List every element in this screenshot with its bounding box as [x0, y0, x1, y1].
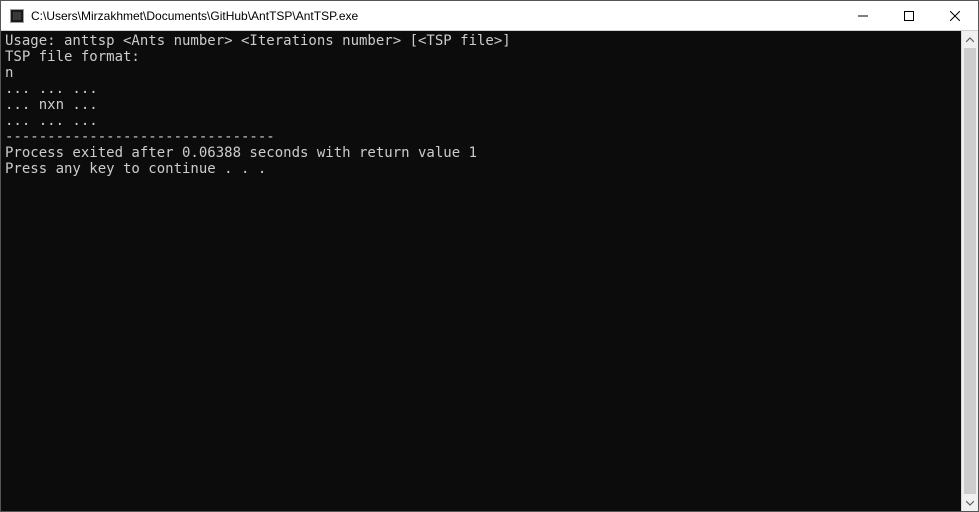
- scroll-up-button[interactable]: [962, 31, 978, 48]
- scroll-down-button[interactable]: [962, 494, 978, 511]
- console-output[interactable]: Usage: anttsp <Ants number> <Iterations …: [1, 31, 961, 511]
- console-line: TSP file format:: [5, 49, 961, 65]
- minimize-button[interactable]: [840, 1, 886, 30]
- console-line: ... ... ...: [5, 113, 961, 129]
- window-title: C:\Users\Mirzakhmet\Documents\GitHub\Ant…: [31, 9, 358, 23]
- console-line: ... ... ...: [5, 81, 961, 97]
- close-button[interactable]: [932, 1, 978, 30]
- scroll-track[interactable]: [962, 48, 978, 494]
- titlebar[interactable]: C:\Users\Mirzakhmet\Documents\GitHub\Ant…: [1, 1, 978, 31]
- console-line: --------------------------------: [5, 129, 961, 145]
- console-line: Process exited after 0.06388 seconds wit…: [5, 145, 961, 161]
- maximize-button[interactable]: [886, 1, 932, 30]
- vertical-scrollbar[interactable]: [961, 31, 978, 511]
- console-line: Usage: anttsp <Ants number> <Iterations …: [5, 33, 961, 49]
- client-area: Usage: anttsp <Ants number> <Iterations …: [1, 31, 978, 511]
- console-line: ... nxn ...: [5, 97, 961, 113]
- app-icon: [9, 8, 25, 24]
- window-controls: [840, 1, 978, 30]
- console-line: n: [5, 65, 961, 81]
- console-line: Press any key to continue . . .: [5, 161, 961, 177]
- scroll-thumb[interactable]: [964, 48, 976, 494]
